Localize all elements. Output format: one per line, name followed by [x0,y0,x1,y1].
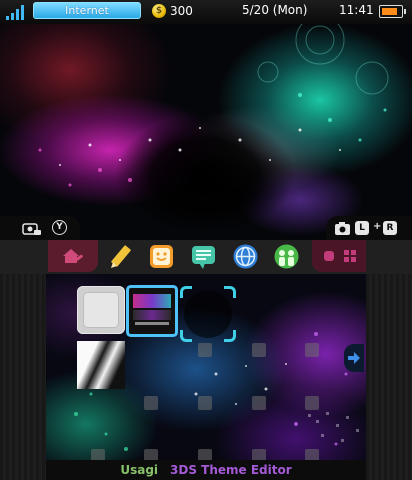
notifications-icon [192,246,215,269]
top-control-bar: Y L + R [0,216,412,240]
empty-slot[interactable] [305,343,319,357]
empty-slot[interactable] [144,449,158,460]
internet-browser-button[interactable] [232,243,259,270]
coin-count: 300 [170,4,193,18]
view-toggle[interactable] [312,240,366,272]
wifi-signal-icon [6,4,28,20]
home-settings-button[interactable] [48,240,98,272]
l-button-icon: L [355,221,369,235]
play-coin-icon: $ [152,4,166,18]
empty-slot[interactable] [91,449,105,460]
battery-icon [379,5,406,18]
top-wallpaper [38,15,389,187]
empty-slot[interactable] [144,396,158,410]
app-icon-photo[interactable] [77,341,125,389]
editor-credit: 3DS Theme Editor [170,463,292,477]
scroll-right-button[interactable] [344,344,364,372]
empty-slot[interactable] [198,396,212,410]
large-icon-view-icon[interactable] [324,251,334,261]
bottom-screen: Usagi 3DS Theme Editor [0,240,412,480]
empty-slot[interactable] [252,343,266,357]
date-display: 5/20 (Mon) [242,3,308,17]
notes-pencil-icon [111,245,131,268]
empty-slot[interactable] [252,396,266,410]
empty-slot[interactable] [198,449,212,460]
arrow-right-icon [348,352,360,364]
miiverse-button[interactable] [273,243,300,270]
camera-shortcut-right[interactable]: L + R [326,216,412,240]
empty-slot[interactable] [305,396,319,410]
time-display: 11:41 [339,3,374,17]
app-icon-theme-preview[interactable] [129,288,175,334]
camera-icon [22,223,41,235]
camera-icon [335,222,350,235]
app-icon-blank[interactable] [77,286,125,334]
empty-slot[interactable] [305,449,319,460]
notifications-button[interactable] [190,243,217,270]
camera-shortcut-left[interactable]: Y [0,216,80,240]
theme-author: Usagi [120,463,159,477]
friends-list-button[interactable] [148,243,175,270]
empty-slot[interactable] [198,343,212,357]
battery-level [382,8,398,15]
plus-sign: + [373,221,382,232]
miiverse-icon [274,244,299,269]
theme-credit-bar: Usagi 3DS Theme Editor [46,460,366,480]
grid-view-icon[interactable] [344,250,356,262]
internet-globe-icon [233,244,258,269]
y-button-icon: Y [52,220,67,235]
empty-slot[interactable] [252,449,266,460]
connection-status: Internet [33,2,141,19]
home-toolbar [0,240,412,274]
selection-cursor [180,286,236,342]
r-button-icon: R [383,221,397,235]
home-wrench-icon [63,249,83,263]
status-bar: Internet $ 300 5/20 (Mon) 11:41 [0,0,412,24]
notes-button[interactable] [107,243,134,270]
top-screen: Internet $ 300 5/20 (Mon) 11:41 Y L + R [0,0,412,240]
friends-smiley-icon [150,245,173,268]
